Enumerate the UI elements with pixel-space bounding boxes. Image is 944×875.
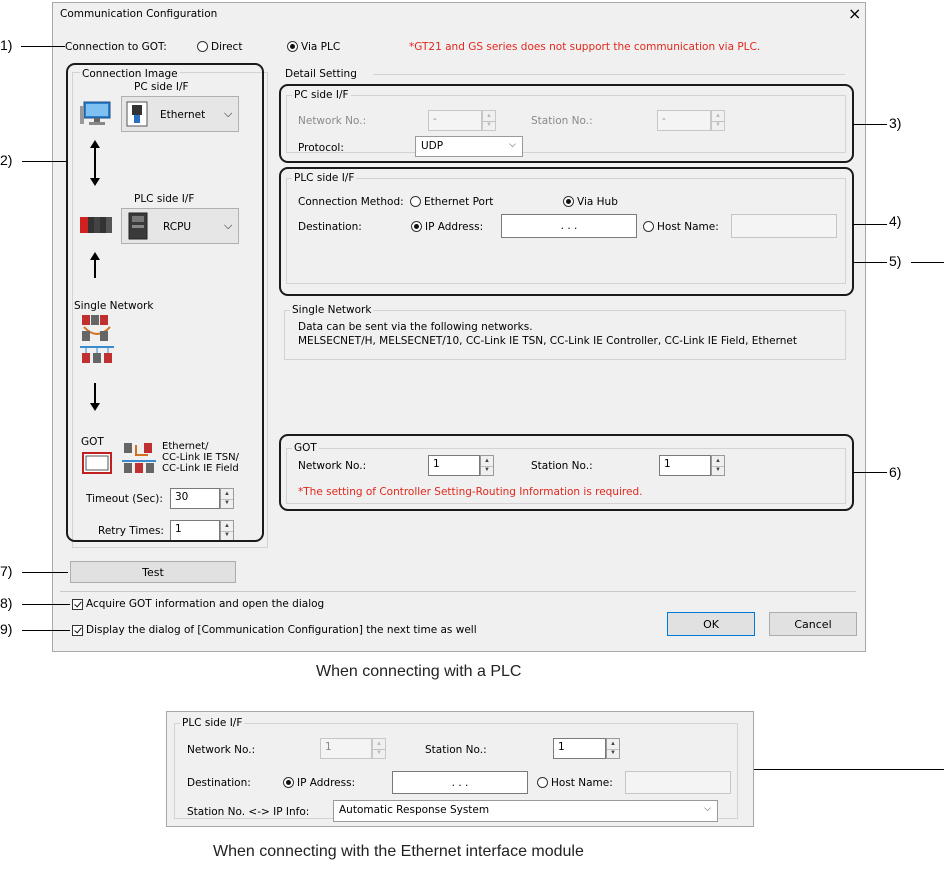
leader-line-4: [853, 224, 887, 225]
network-no-label-2: Network No.:: [187, 744, 256, 756]
via-plc-note: *GT21 and GS series does not support the…: [409, 41, 761, 53]
annotation-7: 7): [0, 563, 13, 579]
radio-via-plc-label: Via PLC: [301, 41, 341, 53]
station-no-label-2: Station No.:: [425, 744, 487, 756]
plc-side-if-title-2: PLC side I/F: [180, 717, 245, 729]
dialog-title: Communication Configuration: [60, 8, 218, 20]
highlight-got: [279, 434, 854, 511]
annotation-8: 8): [0, 595, 13, 611]
display-next-time-label: Display the dialog of [Communication Con…: [86, 624, 477, 636]
display-next-time-checkbox[interactable]: [72, 625, 83, 636]
host-name-input-2[interactable]: [625, 771, 731, 794]
ok-button-label: OK: [703, 617, 719, 631]
annotation-2: 2): [0, 152, 13, 168]
leader-line-1: [21, 46, 65, 47]
highlight-pc-side-if: [279, 84, 854, 163]
detail-setting-title: Detail Setting: [285, 68, 357, 80]
station-ip-label: Station No. <-> IP Info:: [187, 806, 310, 818]
detail-setting-divider: [373, 74, 845, 75]
highlight-connection-image: [66, 63, 264, 542]
close-icon[interactable]: ×: [848, 4, 861, 23]
radio-via-plc[interactable]: [287, 41, 298, 52]
single-network-line2: MELSECNET/H, MELSECNET/10, CC-Link IE TS…: [298, 335, 797, 347]
cancel-button-label: Cancel: [794, 617, 832, 631]
radio-direct[interactable]: [197, 41, 208, 52]
leader-line-8: [22, 604, 70, 605]
test-button-label: Test: [142, 565, 164, 579]
leader-line-6: [853, 472, 887, 473]
leader-line-9: [22, 630, 70, 631]
cancel-button[interactable]: Cancel: [769, 612, 857, 636]
annotation-6: 6): [889, 464, 902, 480]
radio-ip-address-label-2: IP Address:: [297, 777, 356, 789]
annotation-5: 5): [889, 253, 902, 269]
leader-line-5b: [911, 262, 944, 263]
network-no-input-2[interactable]: 1: [320, 738, 372, 759]
radio-host-name-2[interactable]: [537, 777, 548, 788]
leader-line-panel: [754, 769, 944, 770]
caption-ethernet-module: When connecting with the Ethernet interf…: [213, 843, 584, 860]
annotation-3: 3): [889, 115, 902, 131]
station-ip-select[interactable]: Automatic Response System ⌵: [333, 800, 718, 822]
caption-plc: When connecting with a PLC: [316, 663, 522, 680]
ip-address-input-2[interactable]: . . .: [392, 771, 528, 794]
annotation-1: 1): [0, 37, 13, 53]
annotation-9: 9): [0, 621, 13, 637]
annotation-4: 4): [889, 213, 902, 229]
network-no-spinner-2[interactable]: ▲ ▼: [372, 738, 386, 759]
leader-line-5: [853, 262, 887, 263]
test-button[interactable]: Test: [70, 561, 236, 583]
acquire-got-checkbox[interactable]: [72, 599, 83, 610]
single-network-title: Single Network: [290, 304, 374, 316]
station-no-spinner-2[interactable]: ▲ ▼: [606, 738, 620, 759]
radio-direct-label: Direct: [211, 41, 243, 53]
ok-button[interactable]: OK: [667, 612, 755, 636]
connection-to-got-label: Connection to GOT:: [65, 41, 167, 53]
highlight-plc-side-if: [279, 167, 854, 296]
chevron-down-icon: ⌵: [704, 804, 711, 814]
acquire-got-label: Acquire GOT information and open the dia…: [86, 598, 325, 610]
single-network-line1: Data can be sent via the following netwo…: [298, 321, 533, 333]
leader-line-7: [22, 572, 68, 573]
station-no-input-2[interactable]: 1: [553, 738, 606, 759]
radio-ip-address-2[interactable]: [283, 777, 294, 788]
radio-host-name-label-2: Host Name:: [551, 777, 613, 789]
bottom-separator: [60, 591, 856, 592]
destination-label-2: Destination:: [187, 777, 251, 789]
leader-line-2: [22, 161, 66, 162]
leader-line-3: [853, 124, 887, 125]
station-ip-value: Automatic Response System: [339, 804, 490, 816]
